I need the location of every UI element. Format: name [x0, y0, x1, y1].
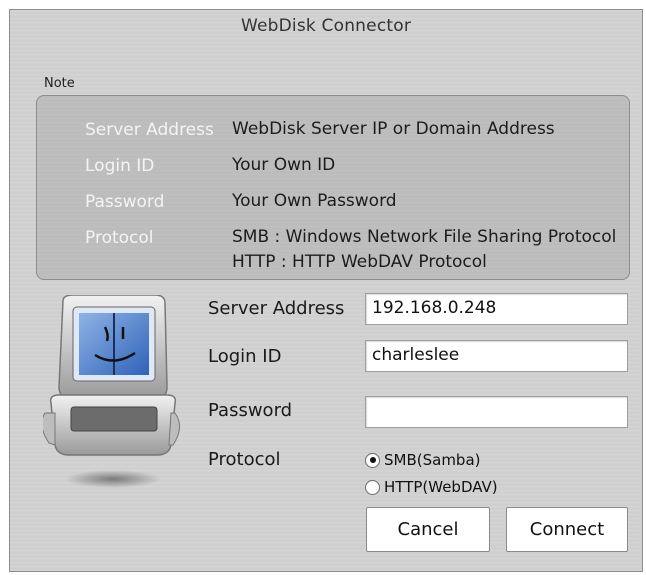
note-key: Password [85, 192, 165, 212]
note-value: Your Own ID [232, 155, 336, 175]
note-key: Server Address [85, 120, 214, 140]
webdisk-connector-window: WebDisk Connector Note Server Address We… [9, 9, 643, 572]
protocol-option-label: HTTP(WebDAV) [384, 478, 498, 496]
connect-button[interactable]: Connect [506, 507, 628, 552]
server-address-label: Server Address [208, 298, 345, 319]
note-key: Login ID [85, 156, 155, 176]
radio-selected-icon[interactable] [365, 452, 380, 468]
protocol-option-label: SMB(Samba) [384, 451, 481, 469]
note-value: SMB : Windows Network File Sharing Proto… [232, 227, 617, 247]
protocol-option-smb[interactable]: SMB(Samba) [365, 451, 481, 469]
laptop-finder-icon [43, 295, 180, 488]
radio-dot-icon [369, 457, 376, 463]
server-address-input[interactable]: 192.168.0.248 [365, 293, 628, 325]
note-value: WebDisk Server IP or Domain Address [232, 119, 555, 139]
login-id-input[interactable]: charleslee [365, 340, 628, 372]
password-label: Password [208, 400, 293, 421]
radio-unselected-icon[interactable] [365, 479, 380, 495]
password-input[interactable] [365, 396, 628, 428]
protocol-label: Protocol [208, 449, 281, 470]
note-value: HTTP : HTTP WebDAV Protocol [232, 252, 487, 272]
window-title: WebDisk Connector [240, 16, 412, 36]
note-panel: Server Address WebDisk Server IP or Doma… [36, 95, 630, 280]
protocol-option-http[interactable]: HTTP(WebDAV) [365, 478, 498, 496]
note-value: Your Own Password [232, 191, 397, 211]
cancel-button[interactable]: Cancel [366, 507, 490, 552]
login-id-label: Login ID [208, 346, 282, 367]
note-key: Protocol [85, 228, 154, 248]
note-label: Note [44, 76, 75, 91]
